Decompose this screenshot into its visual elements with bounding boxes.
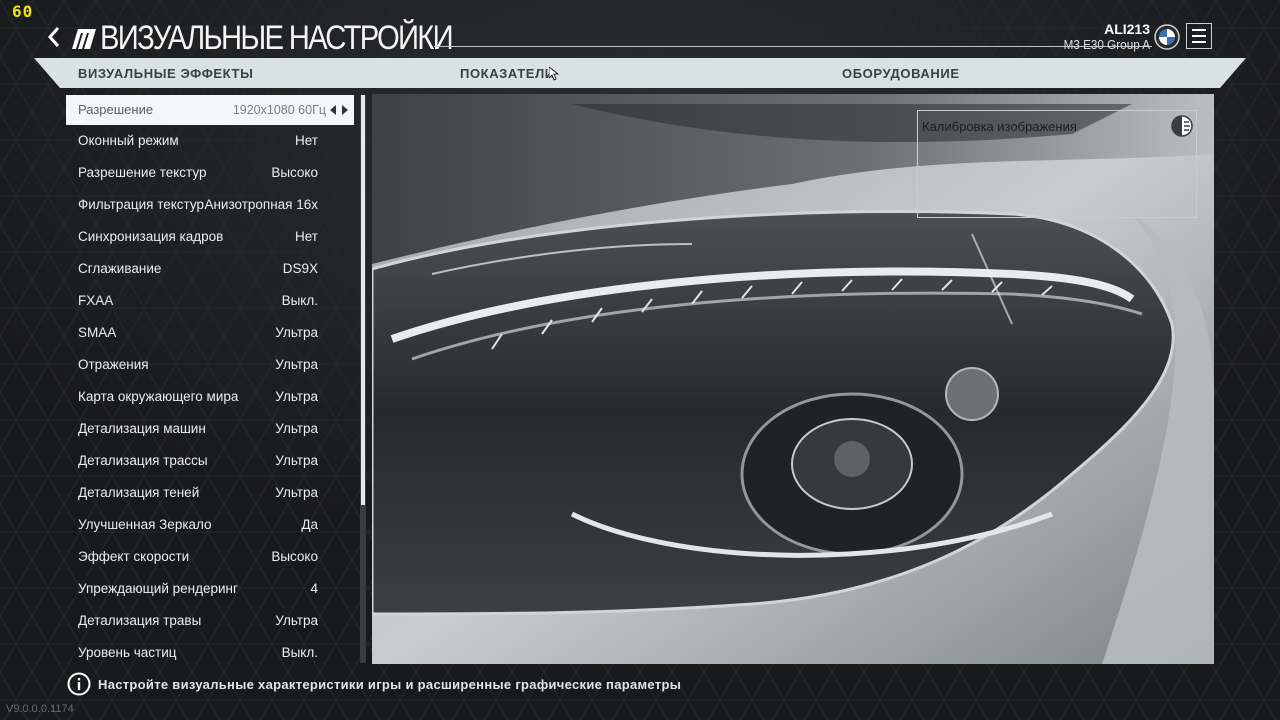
fps-counter: 60 [12,2,34,21]
scrollbar-thumb[interactable] [361,95,365,505]
arrow-right-icon[interactable] [342,105,348,115]
hamburger-menu-icon[interactable] [1186,23,1212,49]
menu-line [1192,29,1206,31]
setting-value: Выкл. [281,293,318,308]
setting-label: Улучшенная Зеркало [78,517,212,532]
setting-row-smaa[interactable]: SMAA Ультра [66,317,354,349]
setting-row-track-detail[interactable]: Детализация трассы Ультра [66,445,354,477]
setting-value: Ультра [275,421,318,436]
footer-hint: Настройте визуальные характеристики игры… [98,677,682,692]
setting-value: Высоко [271,549,318,564]
setting-label: Уровень частиц [78,645,177,660]
page-title: ВИЗУАЛЬНЫЕ НАСТРОЙКИ [100,19,454,57]
car-name: M3 E30 Group A [1063,37,1150,52]
setting-label: Оконный режим [78,133,179,148]
setting-value: DS9X [282,261,318,276]
setting-label: FXAA [78,293,114,308]
setting-label: Сглаживание [78,261,162,276]
tab-indicators[interactable]: ПОКАЗАТЕЛИ [460,58,555,88]
setting-value: Ультра [275,485,318,500]
setting-value: Выкл. [281,645,318,660]
menu-line [1192,41,1206,43]
setting-label: Детализация теней [78,485,200,500]
bmw-badge-icon [1154,24,1180,50]
setting-row-vsync[interactable]: Синхронизация кадров Нет [66,221,354,253]
setting-label: Фильтрация текстур [78,197,204,212]
setting-row-texture-resolution[interactable]: Разрешение текстур Высоко [66,157,354,189]
setting-value: Ультра [275,357,318,372]
setting-row-enhanced-mirror[interactable]: Улучшенная Зеркало Да [66,509,354,541]
tab-bar: ВИЗУАЛЬНЫЕ ЭФФЕКТЫ ПОКАЗАТЕЛИ ОБОРУДОВАН… [34,58,1246,88]
info-icon [67,672,91,696]
setting-label: Синхронизация кадров [78,229,224,244]
setting-label: Разрешение [78,102,154,117]
setting-label: Отражения [78,357,149,372]
setting-row-grass-detail[interactable]: Детализация травы Ультра [66,605,354,637]
setting-row-texture-filtering[interactable]: Фильтрация текстур Анизотропная 16x [66,189,354,221]
game-logo-icon [72,29,96,49]
mouse-cursor-icon [549,67,559,81]
setting-value: Высоко [271,165,318,180]
setting-row-particle-level[interactable]: Уровень частиц Выкл. [66,637,354,669]
back-arrow-icon[interactable] [44,24,64,50]
setting-label: SMAA [78,325,117,340]
setting-value: Нет [295,229,318,244]
setting-value: 1920x1080 60Гц [232,103,326,117]
setting-row-resolution[interactable]: Разрешение 1920x1080 60Гц [66,95,354,125]
setting-row-environment-map[interactable]: Карта окружающего мира Ультра [66,381,354,413]
setting-value: Да [301,517,318,532]
setting-row-fxaa[interactable]: FXAA Выкл. [66,285,354,317]
setting-label: Детализация трассы [78,453,208,468]
setting-value: Анизотропная 16x [204,197,318,212]
menu-line [1192,35,1206,37]
setting-row-prerender[interactable]: Упреждающий рендеринг 4 [66,573,354,605]
tab-visual-effects[interactable]: ВИЗУАЛЬНЫЕ ЭФФЕКТЫ [78,58,253,88]
user-name: ALI213 [1104,21,1150,37]
setting-value: 4 [310,581,318,596]
calibration-toggle-icon[interactable] [1171,115,1193,137]
calibration-label: Калибровка изображения [922,119,1077,134]
setting-row-car-detail[interactable]: Детализация машин Ультра [66,413,354,445]
arrow-left-icon[interactable] [330,105,336,115]
setting-label: Упреждающий рендеринг [78,581,238,596]
tab-hardware[interactable]: ОБОРУДОВАНИЕ [842,58,960,88]
setting-label: Разрешение текстур [78,165,207,180]
header-divider [434,46,1152,47]
setting-value: Ультра [275,453,318,468]
setting-value: Ультра [275,389,318,404]
setting-label: Эффект скорости [78,549,190,564]
version-label: V9.0.0.0.1174 [6,703,74,715]
setting-label: Карта окружающего мира [78,389,239,404]
setting-row-antialiasing[interactable]: Сглаживание DS9X [66,253,354,285]
setting-row-speed-effect[interactable]: Эффект скорости Высоко [66,541,354,573]
setting-value: Ультра [275,613,318,628]
settings-list: Разрешение 1920x1080 60Гц Оконный режим … [66,95,354,669]
setting-label: Детализация травы [78,613,202,628]
setting-value: Нет [295,133,318,148]
setting-value: Ультра [275,325,318,340]
setting-row-reflections[interactable]: Отражения Ультра [66,349,354,381]
setting-row-window-mode[interactable]: Оконный режим Нет [66,125,354,157]
user-info: ALI213 M3 E30 Group A [1054,21,1150,53]
setting-row-shadow-detail[interactable]: Детализация теней Ультра [66,477,354,509]
setting-label: Детализация машин [78,421,206,436]
